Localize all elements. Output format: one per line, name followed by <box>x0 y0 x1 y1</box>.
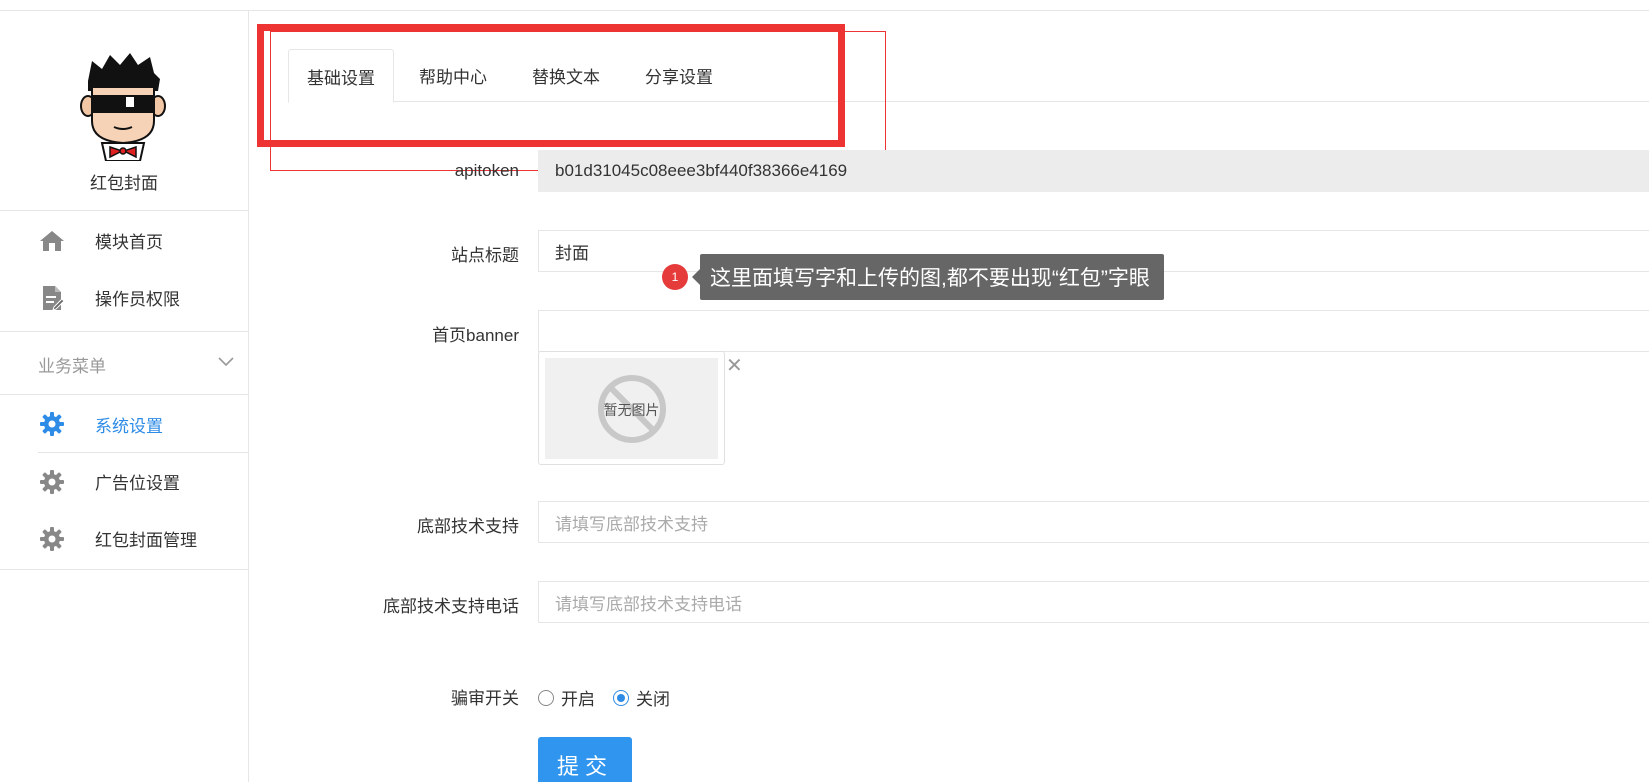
radio-on[interactable] <box>538 689 554 706</box>
gear-icon <box>38 410 66 438</box>
footer-support-label: 底部技术支持 <box>417 517 519 536</box>
annotation-tooltip: 这里面填写字和上传的图,都不要出现“红包”字眼 <box>692 254 1164 300</box>
radio-on-label[interactable]: 开启 <box>561 685 595 710</box>
section-label: 业务菜单 <box>38 357 106 376</box>
brand-name: 红包封面 <box>90 174 158 193</box>
annotation-badge: 1 <box>662 264 688 290</box>
footer-support-input[interactable]: 请填写底部技术支持 <box>538 501 1649 543</box>
banner-input[interactable] <box>538 310 1649 352</box>
banner-label: 首页banner <box>432 326 519 345</box>
review-switch-label: 骗审开关 <box>451 689 519 708</box>
sidebar-item-label: 操作员权限 <box>95 290 180 309</box>
tab-bar: 基础设置 帮助中心 替换文本 分享设置 <box>288 49 1649 103</box>
sidebar-item-label: 模块首页 <box>95 233 163 252</box>
sidebar-section-business-menu[interactable]: 业务菜单 <box>0 331 248 395</box>
tab-help-center[interactable]: 帮助中心 <box>401 49 505 102</box>
avatar <box>80 53 166 161</box>
gear-icon <box>38 525 66 553</box>
home-icon <box>38 227 66 255</box>
sidebar-item-ad-settings[interactable]: 广告位设置 <box>0 453 248 510</box>
apitoken-field: b01d31045c08eee3bf440f38366e4169 <box>538 150 1649 192</box>
sidebar-item-system-settings[interactable]: 系统设置 <box>38 396 248 453</box>
radio-off-label[interactable]: 关闭 <box>636 685 670 710</box>
no-image-placeholder: 暂无图片 <box>545 358 718 459</box>
sidebar-divider <box>0 569 248 570</box>
no-image-text: 暂无图片 <box>603 402 660 418</box>
radio-off[interactable] <box>613 689 629 706</box>
sidebar: 红包封面 模块首页 操作员权限 业务菜单 系统设置 广告位设置 红包封面管理 <box>0 11 249 782</box>
sidebar-item-label: 系统设置 <box>95 416 163 436</box>
site-title-label: 站点标题 <box>451 246 519 265</box>
apitoken-label: apitoken <box>454 161 519 180</box>
sidebar-item-home[interactable]: 模块首页 <box>0 212 248 269</box>
remove-image-icon[interactable]: ✕ <box>726 353 743 378</box>
main-content: 基础设置 帮助中心 替换文本 分享设置 apitoken b01d31045c0… <box>250 11 1649 782</box>
tab-replace-text[interactable]: 替换文本 <box>514 49 618 102</box>
chevron-down-icon <box>218 354 234 372</box>
tab-basic-settings[interactable]: 基础设置 <box>288 49 394 103</box>
submit-button[interactable]: 提交 <box>538 737 632 782</box>
sidebar-item-operator-permissions[interactable]: 操作员权限 <box>0 269 248 326</box>
sidebar-item-label: 红包封面管理 <box>95 531 197 550</box>
sidebar-item-cover-management[interactable]: 红包封面管理 <box>0 510 248 567</box>
top-bar <box>0 0 1649 11</box>
tab-share-settings[interactable]: 分享设置 <box>627 49 731 102</box>
sidebar-item-label: 广告位设置 <box>95 474 180 493</box>
footer-phone-label: 底部技术支持电话 <box>383 597 519 616</box>
footer-phone-input[interactable]: 请填写底部技术支持电话 <box>538 581 1649 623</box>
sidebar-brand-block: 红包封面 <box>0 11 248 211</box>
document-edit-icon <box>38 284 66 312</box>
banner-image-preview[interactable]: 暂无图片 <box>538 351 725 465</box>
review-switch-radio-group: 开启 关闭 <box>538 685 688 710</box>
gear-icon <box>38 468 66 496</box>
